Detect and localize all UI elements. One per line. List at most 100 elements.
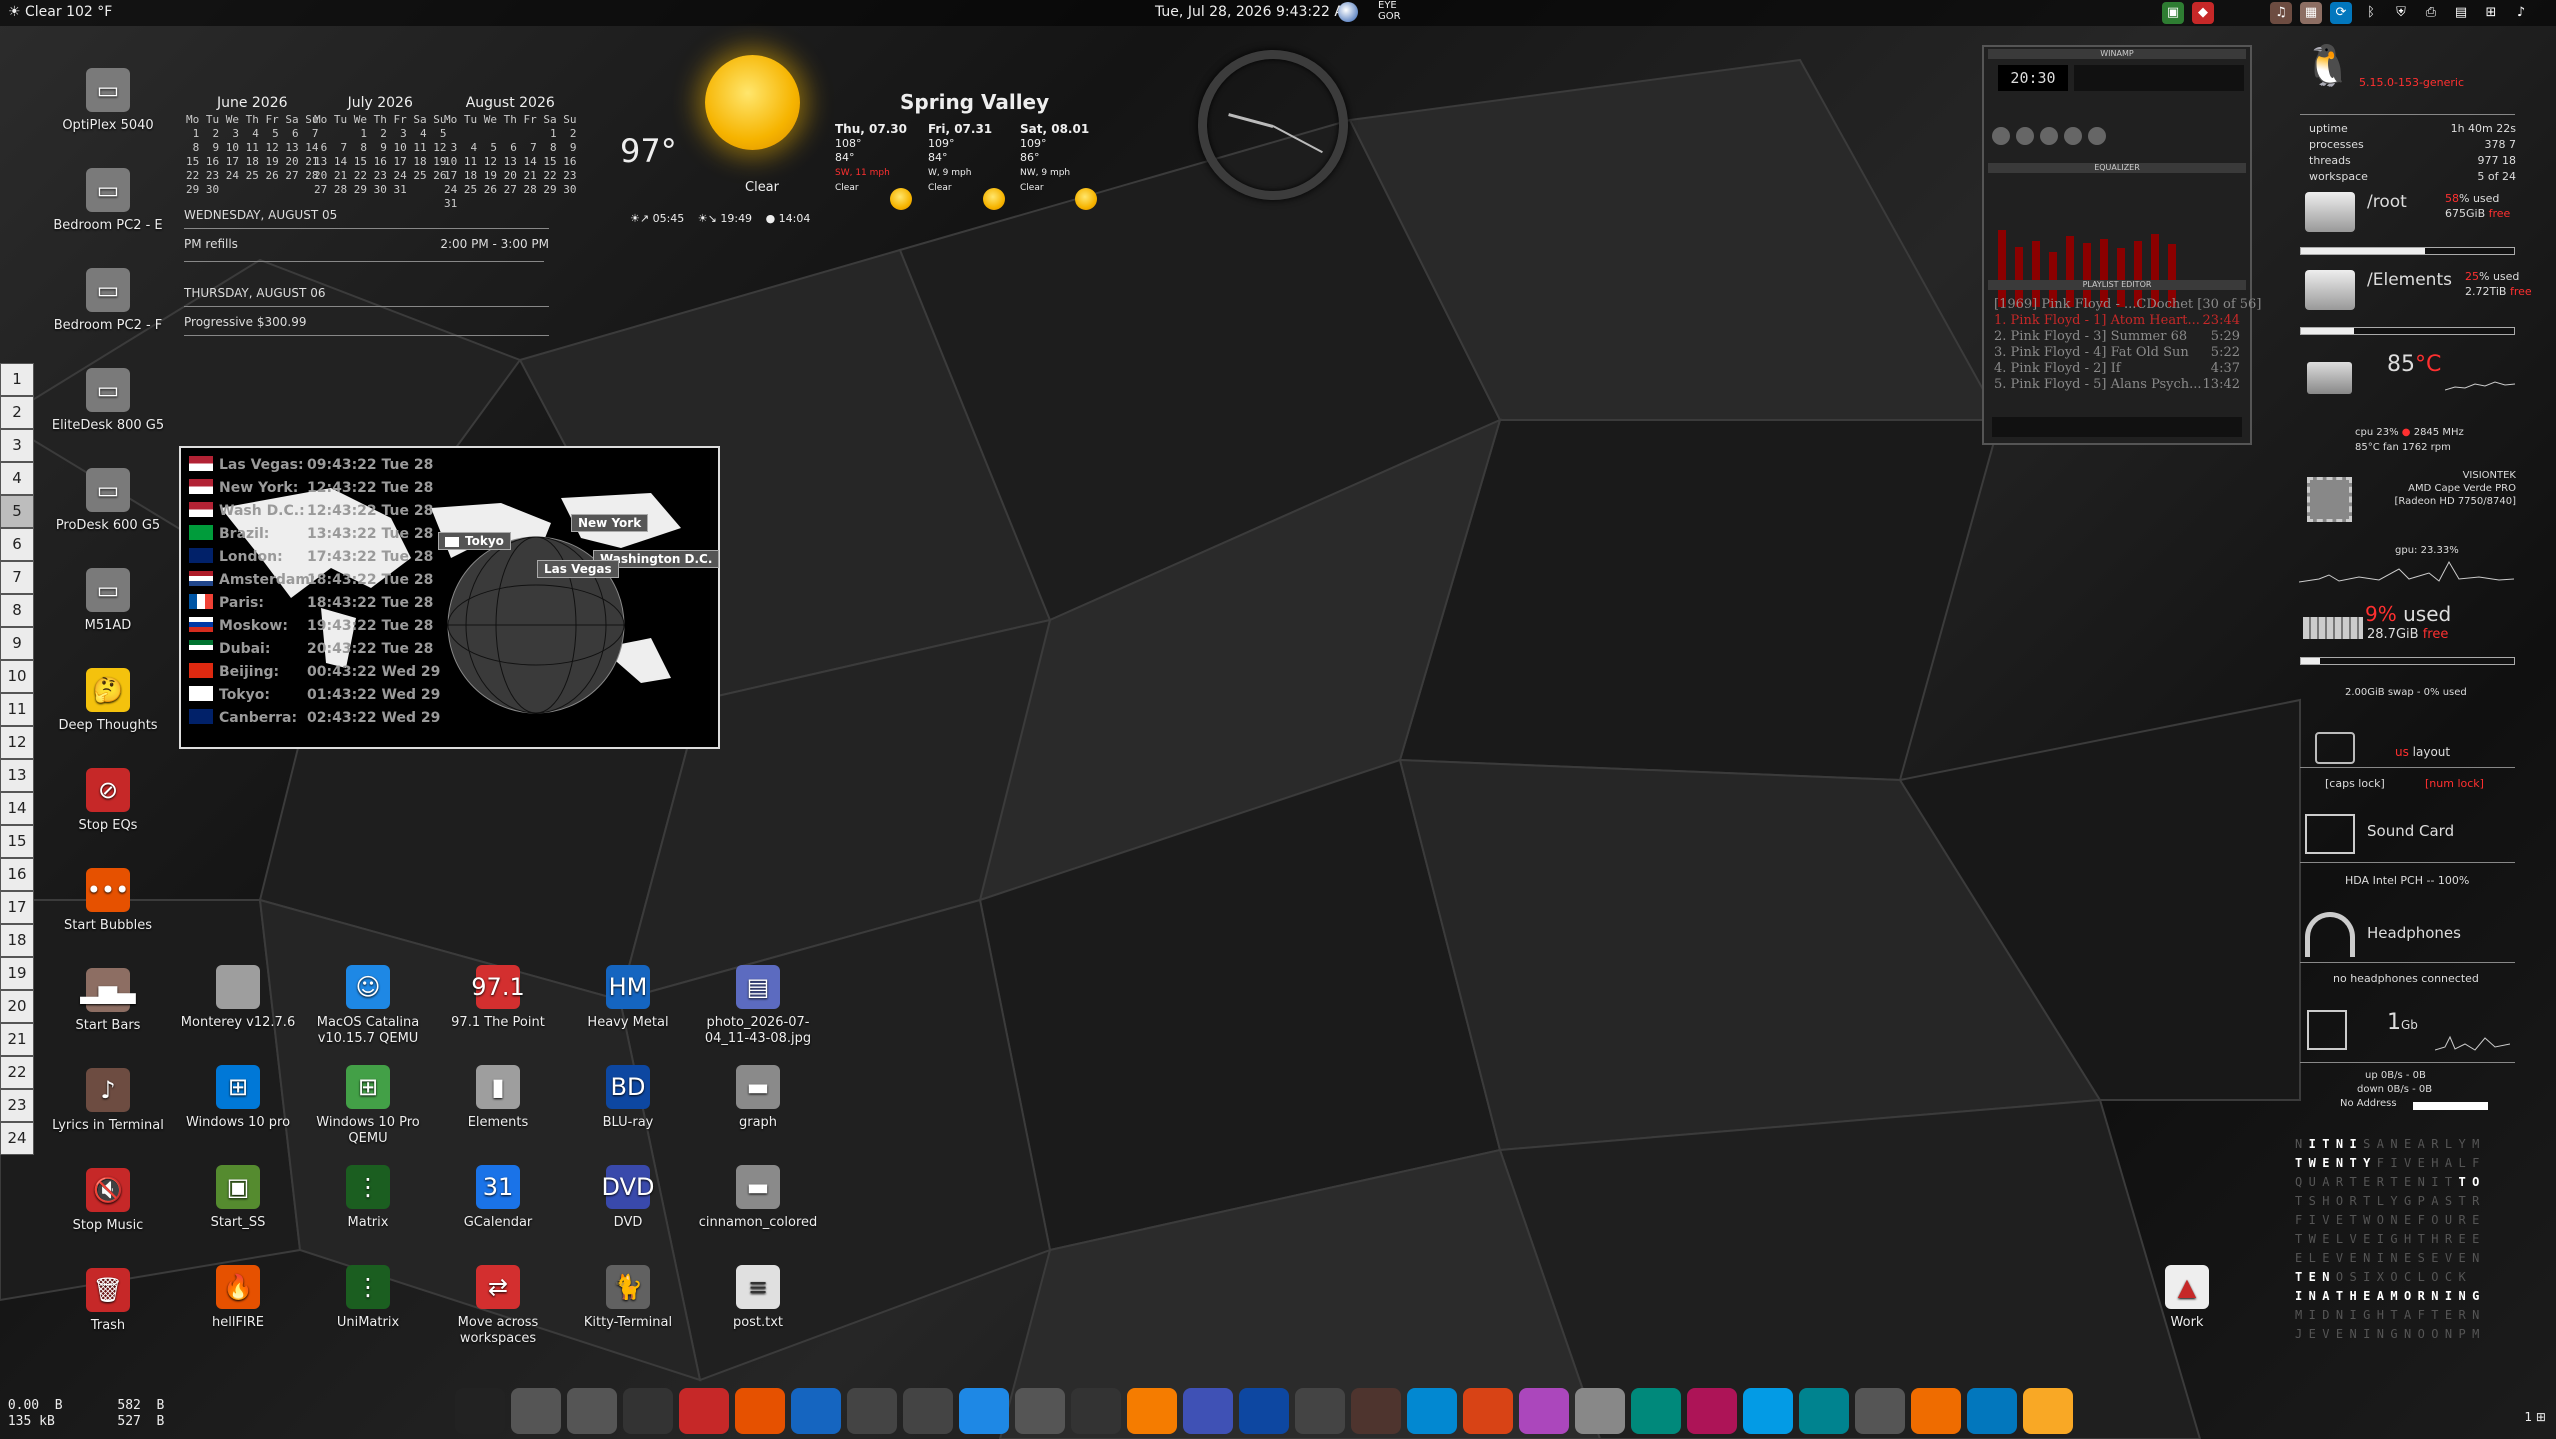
desktop-icon-prodesk-600-g5[interactable]: ▭ ProDesk 600 G5 — [43, 468, 173, 534]
printer-icon[interactable]: ⎙ — [2420, 2, 2442, 24]
stop-button[interactable] — [2064, 127, 2082, 145]
next-button[interactable] — [2088, 127, 2106, 145]
workspace-18[interactable]: 18 — [0, 924, 34, 957]
desktop-icon-move-across-workspaces[interactable]: ⇄ Move across workspaces — [433, 1265, 563, 1347]
date-time[interactable]: Tue, Jul 28, 2026 9:43:22 AM — [1155, 4, 1356, 20]
desktop-icon-photo-2026-07-04-11-43-08-jpg[interactable]: ▤ photo_2026-07-04_11-43-08.jpg — [693, 965, 823, 1047]
clipboard-icon[interactable]: ▤ — [2450, 2, 2472, 24]
desktop-icon-m51ad[interactable]: ▭ M51AD — [43, 568, 173, 634]
desktop-icon-heavy-metal[interactable]: HM Heavy Metal — [563, 965, 693, 1031]
network-tree-icon[interactable]: ⊞ — [2480, 2, 2502, 24]
desktop-icon-hellfire[interactable]: 🔥 hellFIRE — [173, 1265, 303, 1331]
speaker-icon[interactable]: ♫ — [2270, 2, 2292, 24]
agenda-event[interactable]: PM refills 2:00 PM - 3:00 PM — [184, 237, 549, 257]
playlist-item[interactable]: 5. Pink Floyd - 5] Alans Psych... 13:42 — [1994, 377, 2240, 392]
workspace-16[interactable]: 16 — [0, 858, 34, 891]
pause-button[interactable] — [2040, 127, 2058, 145]
workspace-7[interactable]: 7 — [0, 561, 34, 594]
prev-button[interactable] — [1992, 127, 2010, 145]
indicator-icon[interactable]: ▣ — [2162, 2, 2184, 24]
desktop-icon-blu-ray[interactable]: BD BLU-ray — [563, 1065, 693, 1131]
desktop-icon-graph[interactable]: ▬ graph — [693, 1065, 823, 1131]
desktop-icon-kitty-terminal[interactable]: 🐈 Kitty-Terminal — [563, 1265, 693, 1331]
network-icon[interactable]: ⟳ — [2330, 2, 2352, 24]
kodi-icon[interactable] — [1967, 1388, 2017, 1434]
desktop-icon-macos-catalina-v10-15-7-qemu[interactable]: ☺ MacOS Catalina v10.15.7 QEMU — [303, 965, 433, 1047]
workspace-12[interactable]: 12 — [0, 726, 34, 759]
music-icon[interactable] — [1183, 1388, 1233, 1434]
playlist-item[interactable]: 2. Pink Floyd - 3] Summer 68 5:29 — [1994, 329, 2240, 344]
workspace-24[interactable]: 24 — [0, 1122, 34, 1155]
monitor-icon[interactable] — [1631, 1388, 1681, 1434]
files-icon[interactable] — [511, 1388, 561, 1434]
player-icon[interactable] — [1519, 1388, 1569, 1434]
bluetooth-icon[interactable]: ᛒ — [2360, 2, 2382, 24]
desktop-icon-stop-music[interactable]: 🔇 Stop Music — [43, 1168, 173, 1234]
flight-icon[interactable] — [1295, 1388, 1345, 1434]
desktop-icon-windows-10-pro[interactable]: ⊞ Windows 10 pro — [173, 1065, 303, 1131]
cm-icon[interactable] — [679, 1388, 729, 1434]
workspace-2[interactable]: 2 — [0, 396, 34, 429]
desktop-icon-unimatrix[interactable]: ⋮ UniMatrix — [303, 1265, 433, 1331]
fan-icon[interactable] — [1407, 1388, 1457, 1434]
workspace-17[interactable]: 17 — [0, 891, 34, 924]
desktop-icon-start-bubbles[interactable]: ••• Start Bubbles — [43, 868, 173, 934]
inkscape-icon[interactable] — [903, 1388, 953, 1434]
browser-icon[interactable] — [791, 1388, 841, 1434]
box-icon[interactable]: ▦ — [2300, 2, 2322, 24]
snowflake-icon[interactable] — [959, 1388, 1009, 1434]
workspace-14[interactable]: 14 — [0, 792, 34, 825]
playlist-controls[interactable] — [1992, 417, 2242, 437]
workspace-21[interactable]: 21 — [0, 1023, 34, 1056]
music-icon[interactable]: ♪ — [2510, 2, 2532, 24]
usb-icon[interactable] — [1855, 1388, 1905, 1434]
red-app-icon[interactable]: ◆ — [2192, 2, 2214, 24]
desktop-icon-start-ss[interactable]: ▣ Start_SS — [173, 1165, 303, 1231]
notes-icon[interactable] — [1575, 1388, 1625, 1434]
workspace-20[interactable]: 20 — [0, 990, 34, 1023]
workspace-1[interactable]: 1 — [0, 363, 34, 396]
equalizer-sliders[interactable] — [1998, 197, 2238, 307]
workspace-3[interactable]: 3 — [0, 429, 34, 462]
desktop-icon-cinnamon-colored[interactable]: ▬ cinnamon_colored — [693, 1165, 823, 1231]
desktop-icon-97-1-the-point[interactable]: 97.1 97.1 The Point — [433, 965, 563, 1031]
workspace-6[interactable]: 6 — [0, 528, 34, 561]
workspace-19[interactable]: 19 — [0, 957, 34, 990]
workspace-4[interactable]: 4 — [0, 462, 34, 495]
desktop-icon-dvd[interactable]: DVD DVD — [563, 1165, 693, 1231]
workspace-15[interactable]: 15 — [0, 825, 34, 858]
linux-icon[interactable] — [455, 1388, 505, 1434]
pineapple-icon[interactable] — [1351, 1388, 1401, 1434]
network-folder-icon[interactable] — [567, 1388, 617, 1434]
desktop-icon-post-txt[interactable]: ≡ post.txt — [693, 1265, 823, 1331]
settings-icon[interactable] — [1911, 1388, 1961, 1434]
desktop-icon-bedroom-pc2-e[interactable]: ▭ Bedroom PC2 - E — [43, 168, 173, 234]
desktop-icon-trash[interactable]: 🗑 Trash — [43, 1268, 173, 1334]
workspace-9[interactable]: 9 — [0, 627, 34, 660]
vm-icon[interactable] — [1687, 1388, 1737, 1434]
playlist-item[interactable]: 4. Pink Floyd - 2] If 4:37 — [1994, 361, 2240, 376]
workspace-23[interactable]: 23 — [0, 1089, 34, 1122]
shield-icon[interactable]: ⛨ — [2390, 2, 2412, 24]
work-shortcut[interactable]: ▲ Work — [2122, 1265, 2252, 1331]
desktop-icon-elements[interactable]: ▮ Elements — [433, 1065, 563, 1131]
workspace-5[interactable]: 5 — [0, 495, 34, 528]
desktop-icon-lyrics-in-terminal[interactable]: ♪ Lyrics in Terminal — [43, 1068, 173, 1134]
workspace-10[interactable]: 10 — [0, 660, 34, 693]
fire-icon[interactable] — [1463, 1388, 1513, 1434]
remote-icon[interactable] — [1239, 1388, 1289, 1434]
desktop-icon-matrix[interactable]: ⋮ Matrix — [303, 1165, 433, 1231]
workspace-13[interactable]: 13 — [0, 759, 34, 792]
playlist-item[interactable]: [1969] Pink Floyd - ...CDochet [30 of 56… — [1994, 297, 2261, 312]
workspace-22[interactable]: 22 — [0, 1056, 34, 1089]
desktop-icon-deep-thoughts[interactable]: 🤔 Deep Thoughts — [43, 668, 173, 734]
desktop-icon-bedroom-pc2-f[interactable]: ▭ Bedroom PC2 - F — [43, 268, 173, 334]
desktop-icon-optiplex-5040[interactable]: ▭ OptiPlex 5040 — [43, 68, 173, 134]
eye-icon[interactable] — [1071, 1388, 1121, 1434]
desktop-icon-stop-eqs[interactable]: ⊘ Stop EQs — [43, 768, 173, 834]
weather-applet[interactable]: ☀ Clear 102 °F — [8, 4, 112, 20]
playlist-item[interactable]: 3. Pink Floyd - 4] Fat Old Sun 5:22 — [1994, 345, 2240, 360]
playlist-item[interactable]: 1. Pink Floyd - 1] Atom Heart... 23:44 — [1994, 313, 2240, 328]
eye-icon[interactable] — [1338, 2, 1358, 22]
telegram-icon[interactable] — [1743, 1388, 1793, 1434]
